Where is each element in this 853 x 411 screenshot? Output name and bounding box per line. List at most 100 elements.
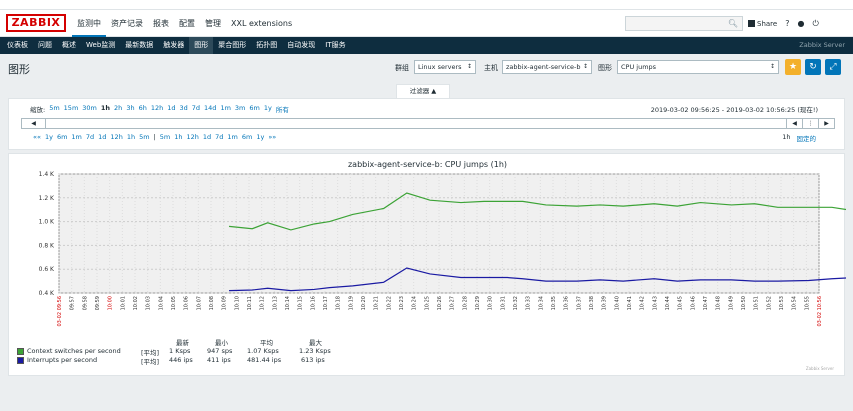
zoom-option[interactable]: 1y <box>264 104 272 114</box>
sub-nav-item[interactable]: 图形 <box>189 37 214 54</box>
host-label: 主机 <box>484 64 498 72</box>
sub-nav-item[interactable]: 概述 <box>57 37 81 54</box>
zoom-option[interactable]: 5m <box>49 104 59 114</box>
group-label: 群组 <box>395 64 409 72</box>
sub-nav-item[interactable]: IT服务 <box>320 37 350 54</box>
nav-forward-option[interactable]: 12h <box>186 133 198 141</box>
legend-avg: 481.44 ips <box>247 356 282 364</box>
zoom-option[interactable]: 3m <box>235 104 245 114</box>
zoom-label: 缩放: <box>30 106 46 114</box>
x-tick-label: 09:59 <box>95 296 101 310</box>
x-tick-label: 10:02 <box>133 296 139 310</box>
main-nav-inventory[interactable]: 资产记录 <box>106 10 148 37</box>
share-icon <box>748 20 755 27</box>
group-select[interactable]: Linux servers ↕ <box>414 60 476 74</box>
x-tick-label: 10:13 <box>272 296 278 310</box>
zoom-option[interactable]: 7d <box>192 104 200 114</box>
sub-nav-item[interactable]: Web监测 <box>81 37 120 54</box>
nav-forward-option[interactable]: 1y <box>256 133 264 141</box>
x-tick-label: 10:22 <box>386 296 392 310</box>
x-tick-label: 09:58 <box>82 296 88 310</box>
x-tick-label: 10:11 <box>247 296 253 310</box>
x-tick-label: 10:46 <box>690 296 696 310</box>
nav-back-option[interactable]: 1d <box>98 133 106 141</box>
y-tick-label: 0.8 K <box>39 242 55 249</box>
search-input[interactable]: 🔍︎ <box>625 16 743 31</box>
fixed-toggle[interactable]: 固定的 <box>797 133 817 143</box>
nav-back-option[interactable]: 6m <box>57 133 67 141</box>
graph-select[interactable]: CPU jumps ↕ <box>617 60 779 74</box>
nav-forward-option[interactable]: 1m <box>227 133 237 141</box>
search-icon[interactable]: 🔍︎ <box>728 19 738 28</box>
scroll-left-button[interactable]: ◀ <box>22 119 46 128</box>
time-scrollbar[interactable]: ◀ ◀ ⋮ ▶ <box>21 118 835 129</box>
main-nav-extensions[interactable]: XXL extensions <box>226 10 297 37</box>
zoom-option[interactable]: 3h <box>126 104 134 114</box>
x-tick-label: 10:07 <box>196 296 202 310</box>
nav-forward-option[interactable]: 1d <box>203 133 211 141</box>
nav-forward-option[interactable]: »» <box>268 133 276 141</box>
legend-swatch <box>17 356 24 364</box>
sub-nav-item[interactable]: 拓扑图 <box>251 37 282 54</box>
zoom-option[interactable]: 6h <box>139 104 147 114</box>
nav-back-option[interactable]: 5m <box>139 133 149 141</box>
nav-back-option[interactable]: 12h <box>110 133 122 141</box>
fullscreen-button[interactable]: ⤢ <box>825 59 841 75</box>
zoom-option[interactable]: 12h <box>151 104 163 114</box>
x-tick-label: 10:17 <box>323 296 329 310</box>
x-tick-label: 10:29 <box>475 296 481 310</box>
main-nav-configuration[interactable]: 配置 <box>174 10 200 37</box>
x-tick-label: 10:19 <box>348 296 354 310</box>
zoom-option[interactable]: 3d <box>180 104 188 114</box>
drag-handle-icon[interactable]: ⋮ <box>803 119 819 128</box>
sub-nav-item[interactable]: 最新数据 <box>120 37 158 54</box>
share-button[interactable]: Share <box>748 20 777 28</box>
main-nav-administration[interactable]: 管理 <box>200 10 226 37</box>
zoom-option[interactable]: 15m <box>64 104 79 114</box>
title-bar: 图形 群组 Linux servers ↕ 主机 zabbix-agent-se… <box>0 54 853 82</box>
sub-nav-item[interactable]: 问题 <box>33 37 57 54</box>
nav-forward-option[interactable]: 7d <box>215 133 223 141</box>
main-nav: 监测中 资产记录 报表 配置 管理 XXL extensions <box>72 10 297 37</box>
nav-back-option[interactable]: 1m <box>71 133 81 141</box>
refresh-button[interactable]: ↻ <box>805 59 821 75</box>
zoom-option[interactable]: 1h <box>101 104 110 114</box>
legend-header-max: 最大 <box>309 339 322 347</box>
main-nav-reports[interactable]: 报表 <box>148 10 174 37</box>
nav-back-option[interactable]: 1h <box>127 133 135 141</box>
zoom-option[interactable]: 14d <box>204 104 216 114</box>
zoom-option[interactable]: 1m <box>220 104 230 114</box>
scroll-right-controls[interactable]: ◀ ⋮ ▶ <box>786 119 834 128</box>
nav-forward-option[interactable]: 6m <box>242 133 252 141</box>
main-nav-monitoring[interactable]: 监测中 <box>72 10 106 37</box>
host-select[interactable]: zabbix-agent-service-b ↕ <box>502 60 592 74</box>
arrow-right-icon[interactable]: ▶ <box>819 119 834 128</box>
nav-back-option[interactable]: 1y <box>45 133 53 141</box>
nav-forward-option[interactable]: 1h <box>174 133 182 141</box>
nav-back-option[interactable]: «« <box>33 133 41 141</box>
zoom-option[interactable]: 所有 <box>276 104 289 114</box>
x-tick-label: 10:06 <box>184 296 190 310</box>
zabbix-logo[interactable]: ZABBIX <box>6 14 66 32</box>
zoom-option[interactable]: 2h <box>114 104 122 114</box>
zoom-option[interactable]: 1d <box>167 104 175 114</box>
user-icon[interactable]: ● <box>797 19 804 28</box>
power-icon[interactable]: ⏻ <box>812 19 818 29</box>
help-icon[interactable]: ? <box>785 19 789 28</box>
filter-tab[interactable]: 过滤器 ▲ <box>396 84 450 98</box>
sub-nav-item[interactable]: 自动发现 <box>282 37 320 54</box>
zoom-option[interactable]: 6m <box>249 104 259 114</box>
zoom-option[interactable]: 30m <box>82 104 97 114</box>
header: ZABBIX 监测中 资产记录 报表 配置 管理 XXL extensions … <box>0 10 853 37</box>
nav-forward-option[interactable]: 5m <box>160 133 170 141</box>
favorite-star-button[interactable]: ★ <box>785 59 801 75</box>
sub-nav-item[interactable]: 触发器 <box>158 37 189 54</box>
nav-back-option[interactable]: 7d <box>86 133 94 141</box>
arrow-left-icon[interactable]: ◀ <box>787 119 803 128</box>
x-tick-label: 10:18 <box>336 296 342 310</box>
sub-nav-item[interactable]: 仪表板 <box>2 37 33 54</box>
legend-max: 1.23 Ksps <box>299 347 331 355</box>
legend-last: 1 Ksps <box>169 347 191 355</box>
sub-nav-item[interactable]: 聚合图形 <box>213 37 251 54</box>
legend-header-last: 最新 <box>176 339 189 347</box>
